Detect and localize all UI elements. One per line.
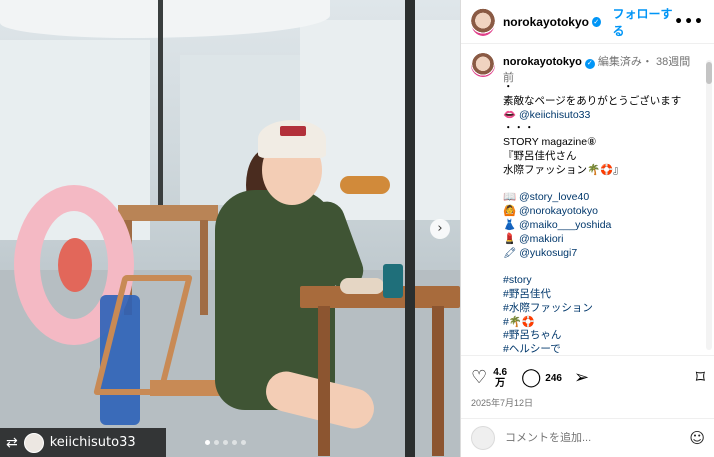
cap-logo: [280, 126, 306, 136]
caption-line: STORY magazine⑧: [503, 136, 597, 149]
mention-link[interactable]: 💄 @makiori: [503, 233, 701, 247]
comment-box: ☺: [461, 418, 714, 457]
hotdog: [340, 176, 390, 194]
mention-link[interactable]: 👗 @maiko___yoshida: [503, 219, 701, 233]
post-header: norokayotokyo ✓ フォローする •••: [461, 0, 714, 44]
mention-link[interactable]: 👄 @keiichisuto33: [503, 109, 701, 123]
swim-ring-center: [58, 238, 92, 292]
mention-link[interactable]: 🙆 @norokayotokyo: [503, 205, 701, 219]
hashtag-link[interactable]: #野呂佳代: [503, 288, 701, 302]
caption-text: ・素敵なページをありがとうございます 👄 @keiichisuto33 ・・・ STO…: [503, 81, 701, 353]
next-photo-button[interactable]: ›: [430, 219, 450, 239]
caption-line: [503, 178, 701, 192]
caption-line: [503, 260, 701, 274]
mention-link[interactable]: 🖍 @yukosugi7: [503, 247, 701, 261]
repost-icon: ⇄: [6, 434, 18, 451]
post-photo[interactable]: › ⇄ keiichisuto33: [0, 0, 460, 457]
hashtag-link[interactable]: #story: [503, 274, 701, 288]
like-count-value: 4.6: [493, 367, 508, 378]
author-username[interactable]: norokayotokyo: [503, 15, 589, 29]
avatar: [471, 426, 495, 450]
more-options-button[interactable]: •••: [674, 14, 704, 30]
action-row: ♡ 4.6 万 ◯ 246 ➢ ⌑: [471, 364, 705, 392]
mention-link[interactable]: 📖 @story_love40: [503, 191, 701, 205]
caption-meta: norokayotokyo ✓ 編集済み・ 38週間前: [503, 53, 701, 85]
like-count: 4.6 万: [491, 367, 509, 389]
table-leg: [200, 220, 208, 315]
background-table: [118, 205, 218, 221]
avatar[interactable]: [471, 53, 495, 77]
parasol-pole: [405, 0, 415, 457]
carousel-dot: [223, 440, 228, 445]
action-bar: ♡ 4.6 万 ◯ 246 ➢ ⌑ 2025年7月12日: [461, 355, 714, 409]
hashtag-link[interactable]: #水際ファッション: [503, 302, 701, 316]
comment-count: 246: [545, 372, 562, 384]
umbrella-pole: [158, 0, 163, 210]
table-leg: [318, 306, 330, 456]
carousel-dot: [205, 440, 210, 445]
hashtag-link[interactable]: #ヘルシーで: [503, 343, 701, 353]
caption-line: 水際ファッション🌴🛟』: [503, 163, 624, 176]
comment-icon[interactable]: ◯: [521, 369, 541, 387]
carousel-dot: [241, 440, 246, 445]
smiley-icon[interactable]: ☺: [689, 429, 705, 447]
follow-button[interactable]: フォローする: [613, 5, 675, 39]
scrollbar-thumb[interactable]: [706, 62, 712, 84]
like-count-unit: 万: [495, 378, 506, 389]
avatar[interactable]: [23, 432, 44, 453]
photo-credit-username[interactable]: keiichisuto33: [50, 435, 136, 450]
post-date: 2025年7月12日: [471, 398, 534, 408]
verified-badge-icon: ✓: [591, 16, 601, 27]
verified-badge-icon: ✓: [584, 59, 595, 69]
caption-line: 『野呂佳代さん: [503, 149, 577, 162]
umbrella-canopy: [0, 0, 330, 38]
drink-can: [383, 264, 403, 298]
caption-line: ・・・: [503, 122, 535, 135]
avatar[interactable]: [471, 7, 495, 36]
bookmark-icon[interactable]: ⌑: [696, 369, 705, 387]
table-leg: [432, 306, 444, 456]
caption: norokayotokyo ✓ 編集済み・ 38週間前 ・素敵なページをありがとう…: [461, 45, 714, 353]
comment-input[interactable]: [505, 432, 655, 444]
share-icon[interactable]: ➢: [574, 369, 589, 387]
photo-credit-bar[interactable]: ⇄ keiichisuto33: [0, 428, 166, 457]
post-side-panel: norokayotokyo ✓ フォローする ••• norokayotokyo…: [460, 0, 714, 457]
hashtag-link[interactable]: #🌴🛟: [503, 316, 701, 330]
heart-icon[interactable]: ♡: [471, 369, 487, 387]
hashtag-link[interactable]: #野呂ちゃん: [503, 329, 701, 343]
caption-scrollbar[interactable]: [706, 60, 712, 350]
caption-line: 素敵なページをありがとうございます: [503, 94, 682, 107]
caption-author[interactable]: norokayotokyo: [503, 56, 582, 68]
carousel-indicator: [205, 440, 246, 445]
food-basket: [340, 278, 384, 294]
carousel-dot: [214, 440, 219, 445]
carousel-dot: [232, 440, 237, 445]
